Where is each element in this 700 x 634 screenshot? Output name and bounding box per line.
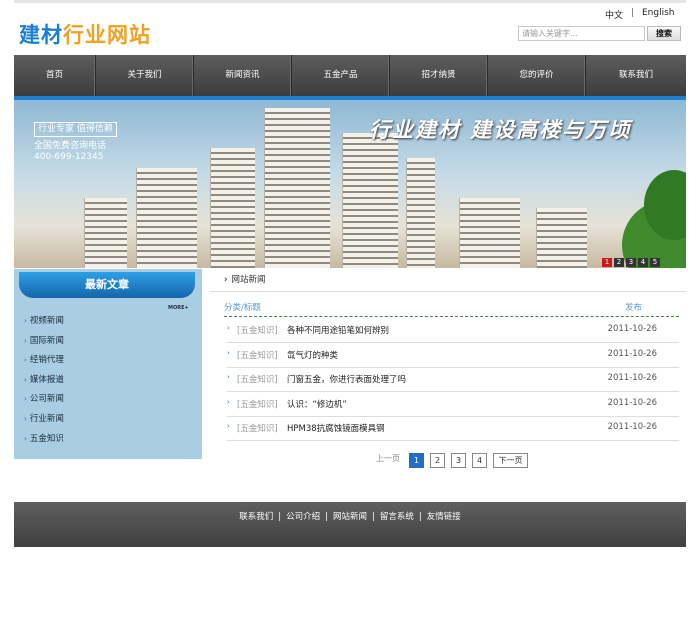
logo-part2: 行业网站 <box>63 23 151 47</box>
search-input[interactable]: 请输入关键字... <box>518 26 645 41</box>
news-title[interactable]: 认识：“修边机” <box>287 398 347 410</box>
chevron-right-icon: › <box>227 373 230 381</box>
banner-page-4[interactable]: 4 <box>638 258 648 267</box>
news-category[interactable]: [五金知识] <box>237 398 278 410</box>
content-divider <box>210 291 686 292</box>
sidebar: 最新文章 MORE+ › 视频新闻 › 国际新闻 › 经销代理 › 媒体报道 › 公司新闻… <box>14 269 202 459</box>
lang-chinese-link[interactable]: 中文 <box>605 8 623 21</box>
top-divider <box>14 0 686 3</box>
news-category[interactable]: [五金知识] <box>237 324 278 336</box>
news-row[interactable]: › [五金知识] 门窗五金，你进行表面处理了吗 2011-10-26 <box>227 367 679 392</box>
nav-home[interactable]: 首页 <box>14 55 96 99</box>
main-nav: 首页 关于我们 新闻资讯 五金产品 招才纳贤 您的评价 联系我们 <box>14 55 686 99</box>
chevron-right-icon: › <box>227 349 230 357</box>
header-dashed-line <box>224 316 679 317</box>
news-title[interactable]: 门窗五金，你进行表面处理了吗 <box>287 373 406 385</box>
chevron-right-icon: › <box>24 395 27 404</box>
news-title[interactable]: HPM38抗腐蚀镜面模具钢 <box>287 422 385 434</box>
chevron-right-icon: › <box>224 275 228 285</box>
sidebar-item-company-news[interactable]: › 公司新闻 <box>24 390 64 410</box>
footer-link-guestbook[interactable]: 留言系统 <box>380 512 414 522</box>
chevron-right-icon: › <box>24 356 27 365</box>
sidebar-item-industry-news[interactable]: › 行业新闻 <box>24 410 64 430</box>
news-category[interactable]: [五金知识] <box>237 349 278 361</box>
nav-jobs[interactable]: 招才纳贤 <box>390 55 488 99</box>
banner-tag: 行业专家 值得信赖 <box>34 122 117 137</box>
nav-news[interactable]: 新闻资讯 <box>194 55 292 99</box>
content-tab-label: 网站新闻 <box>231 275 266 285</box>
logo-part1: 建材 <box>19 23 63 47</box>
news-date: 2011-10-26 <box>607 349 657 359</box>
footer: 联系我们 | 公司介绍 | 网站新闻 | 留言系统 | 友情链接 <box>14 502 686 547</box>
col-title-header: 分类/标题 <box>224 303 261 313</box>
footer-link-company[interactable]: 公司介绍 <box>286 512 320 522</box>
chevron-right-icon: › <box>24 317 27 325</box>
sidebar-item-media[interactable]: › 媒体报道 <box>24 371 64 391</box>
news-title[interactable]: 各种不同用途铅笔如何辨别 <box>287 324 389 336</box>
footer-link-friends[interactable]: 友情链接 <box>427 512 461 522</box>
sidebar-item-video-news[interactable]: › 视频新闻 <box>24 312 64 332</box>
news-row[interactable]: › [五金知识] HPM38抗腐蚀镜面模具钢 2011-10-26 <box>227 416 679 441</box>
nav-products[interactable]: 五金产品 <box>292 55 390 99</box>
chevron-right-icon: › <box>24 336 27 345</box>
banner-page-5[interactable]: 5 <box>650 258 660 267</box>
banner-slogan: 行业建材 建设高楼与万顷 <box>369 118 632 142</box>
page-3-button[interactable]: 3 <box>451 453 466 468</box>
news-date: 2011-10-26 <box>607 398 657 408</box>
more-link[interactable]: MORE+ <box>168 305 189 311</box>
site-logo[interactable]: 建材行业网站 <box>19 19 151 49</box>
content-tab: › 网站新闻 <box>224 273 266 285</box>
chevron-right-icon: › <box>24 414 27 423</box>
col-date-header: 发布 <box>625 303 643 313</box>
sidebar-list: › 视频新闻 › 国际新闻 › 经销代理 › 媒体报道 › 公司新闻 › 行业新闻 › 五金知… <box>24 312 64 449</box>
banner-pager: 1 2 3 4 5 <box>602 258 662 267</box>
chevron-right-icon: › <box>24 375 27 384</box>
news-category[interactable]: [五金知识] <box>237 373 278 385</box>
lang-english-link[interactable]: English <box>642 8 675 18</box>
page-2-button[interactable]: 2 <box>430 453 445 468</box>
news-date: 2011-10-26 <box>607 324 657 334</box>
news-row[interactable]: › [五金知识] 各种不同用途铅笔如何辨别 2011-10-26 <box>227 318 679 343</box>
chevron-right-icon: › <box>227 324 230 332</box>
banner-hotline-label: 全国免费咨询电话 <box>34 141 107 151</box>
footer-link-news[interactable]: 网站新闻 <box>333 512 367 522</box>
prev-page-link[interactable]: 上一页 <box>376 453 400 464</box>
chevron-right-icon: › <box>227 398 230 406</box>
news-title[interactable]: 氙气灯的种类 <box>287 349 338 361</box>
nav-about[interactable]: 关于我们 <box>96 55 194 99</box>
sidebar-item-hardware[interactable]: › 五金知识 <box>24 430 64 450</box>
news-row[interactable]: › [五金知识] 认识：“修边机” 2011-10-26 <box>227 392 679 417</box>
banner-hotline: 400-699-12345 <box>34 152 104 162</box>
next-page-button[interactable]: 下一页 <box>493 453 528 468</box>
page-1-button[interactable]: 1 <box>409 453 424 468</box>
chevron-right-icon: › <box>227 422 230 430</box>
lang-separator: | <box>631 8 635 18</box>
nav-feedback[interactable]: 您的评价 <box>488 55 586 99</box>
banner-text: 行业专家 值得信赖 全国免费咨询电话 400-699-12345 <box>34 122 117 163</box>
news-row[interactable]: › [五金知识] 氙气灯的种类 2011-10-26 <box>227 343 679 368</box>
page-4-button[interactable]: 4 <box>472 453 487 468</box>
sidebar-item-dealers[interactable]: › 经销代理 <box>24 351 64 371</box>
footer-link-contact[interactable]: 联系我们 <box>239 512 273 522</box>
banner-page-2[interactable]: 2 <box>614 258 624 267</box>
banner-page-1[interactable]: 1 <box>602 258 612 267</box>
search-button[interactable]: 搜索 <box>647 26 681 41</box>
news-date: 2011-10-26 <box>607 373 657 383</box>
sidebar-item-intl-news[interactable]: › 国际新闻 <box>24 332 64 352</box>
news-date: 2011-10-26 <box>607 422 657 432</box>
sidebar-title: 最新文章 <box>19 272 195 298</box>
nav-contact[interactable]: 联系我们 <box>586 55 686 99</box>
banner-page-3[interactable]: 3 <box>626 258 636 267</box>
banner-image: 行业专家 值得信赖 全国免费咨询电话 400-699-12345 行业建材 建设… <box>14 100 686 268</box>
chevron-right-icon: › <box>24 434 27 443</box>
news-category[interactable]: [五金知识] <box>237 422 278 434</box>
